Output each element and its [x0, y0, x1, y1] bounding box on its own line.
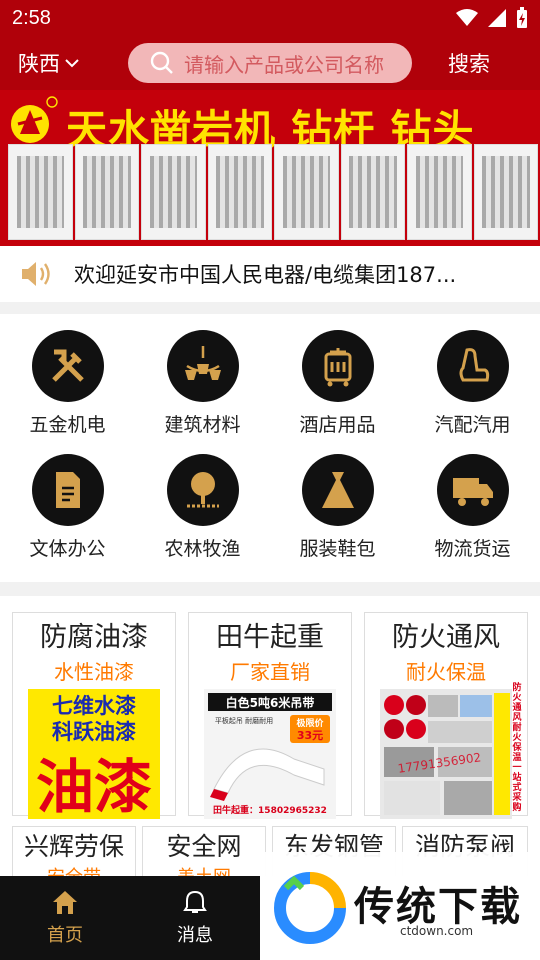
wifi-icon [456, 9, 478, 26]
ad-section: 防腐油漆 水性油漆 七维水漆 科跃油漆 油漆 田牛起重 厂家直销 白色5吨6米吊… [0, 596, 540, 876]
category-grid: 五金机电 建筑材料 酒店用品 汽配汽用 文体办公 农林牧渔 服装鞋包 物流货运 [0, 314, 540, 582]
ad-image-text: 油漆 [36, 753, 152, 819]
ad-subtitle: 厂家直销 [230, 660, 310, 684]
home-icon [53, 891, 77, 914]
ad-image: 七维水漆 科跃油漆 油漆 [28, 689, 160, 821]
ad-image-text: 33元 [297, 729, 323, 742]
ad-image: 17791356902 [380, 689, 512, 819]
category-item[interactable]: 物流货运 [405, 454, 540, 578]
bottom-tab-bar: 首页 消息 [0, 876, 260, 960]
watermark: 传统下载 ctdown.com [260, 852, 540, 960]
search-input[interactable]: 请输入产品或公司名称 [128, 43, 412, 83]
ad-card[interactable]: 田牛起重 厂家直销 白色5吨6米吊带 平板起吊 耐磨耐用 极限价 33元 田牛起… [188, 612, 352, 819]
hotel-cart-icon [324, 348, 351, 387]
notice-bar[interactable]: 欢迎延安市中国人民电器/电缆集团187... [0, 246, 540, 302]
tools-icon [51, 349, 84, 382]
category-item[interactable]: 农林牧渔 [135, 454, 270, 578]
ad-card[interactable]: 防腐油漆 水性油漆 七维水漆 科跃油漆 油漆 [12, 612, 176, 821]
ad-image-text: 七维水漆 [52, 694, 136, 718]
ad-subtitle: 盖土网 [143, 863, 265, 876]
watermark-url: ctdown.com [400, 924, 474, 938]
top-header: 陕西 请输入产品或公司名称 搜索 [0, 36, 540, 90]
chandelier-icon [184, 346, 221, 380]
ad-subtitle: 安全带 [13, 863, 135, 876]
tab-label: 消息 [177, 925, 213, 946]
tree-icon [186, 472, 219, 508]
product-photo [74, 144, 139, 240]
category-label: 物流货运 [434, 538, 511, 560]
ad-title: 防火通风 [392, 622, 500, 653]
ad-image-text: 白色5吨6米吊带 [226, 695, 315, 710]
ad-image-text: 科跃油漆 [52, 720, 136, 744]
region-selector[interactable]: 陕西 [18, 48, 80, 78]
category-label: 汽配汽用 [434, 414, 511, 436]
product-photo [473, 144, 538, 240]
tab-label: 首页 [47, 925, 83, 946]
category-label: 文体办公 [29, 538, 106, 560]
ad-card[interactable]: 安全网 盖土网 [142, 826, 266, 876]
ad-image: 白色5吨6米吊带 平板起吊 耐磨耐用 极限价 33元 田牛起重：15802965… [204, 689, 336, 819]
category-item[interactable]: 酒店用品 [270, 330, 405, 454]
product-photo-strip [8, 144, 538, 240]
watermark-logo-icon [274, 872, 346, 944]
search-placeholder: 请输入产品或公司名称 [184, 52, 384, 77]
brand-logo-icon [11, 96, 58, 143]
status-bar: 2:58 [0, 0, 540, 36]
category-label: 服装鞋包 [299, 538, 376, 560]
ad-title: 安全网 [166, 832, 242, 861]
truck-icon [452, 478, 493, 506]
ad-subtitle: 水性油漆 [54, 660, 134, 684]
signal-icon [488, 9, 506, 27]
ad-card[interactable]: 兴辉劳保 安全带 [12, 826, 136, 876]
search-button[interactable]: 搜索 [448, 48, 490, 78]
product-photo [274, 144, 339, 240]
category-item[interactable]: 汽配汽用 [405, 330, 540, 454]
car-seat-icon [459, 348, 489, 382]
product-photo [407, 144, 472, 240]
ad-image-vertical-text: 防火通风耐火保温一站式采购 [512, 683, 522, 813]
dress-icon [321, 472, 354, 508]
battery-icon [517, 7, 527, 28]
category-item[interactable]: 服装鞋包 [270, 454, 405, 578]
ad-image-text: 平板起吊 耐磨耐用 [215, 716, 273, 725]
document-icon [55, 472, 80, 508]
ad-image-text: 田牛起重：15802965232 [213, 804, 327, 816]
product-photo [141, 144, 206, 240]
notice-text: 欢迎延安市中国人民电器/电缆集团187... [74, 263, 457, 287]
tab-home[interactable]: 首页 [0, 876, 130, 960]
speaker-icon [22, 262, 50, 286]
product-photo [207, 144, 272, 240]
tab-messages[interactable]: 消息 [130, 876, 260, 960]
chevron-down-icon [65, 59, 79, 68]
ad-subtitle: 耐火保温 [406, 660, 486, 684]
ad-card[interactable]: 防火通风 耐火保温 17791356902 防火通风耐火保温一站式采购 [364, 612, 528, 819]
category-item[interactable]: 建筑材料 [135, 330, 270, 454]
category-label: 酒店用品 [299, 414, 376, 436]
category-item[interactable]: 五金机电 [0, 330, 135, 454]
product-photo [340, 144, 405, 240]
ad-title: 防腐油漆 [40, 622, 148, 653]
category-label: 农林牧渔 [164, 538, 241, 560]
category-label: 建筑材料 [164, 414, 241, 436]
ad-title: 兴辉劳保 [23, 832, 124, 861]
ad-title: 田牛起重 [216, 622, 324, 653]
region-label: 陕西 [18, 52, 60, 76]
ad-image-text: 极限价 [296, 717, 324, 729]
status-time: 2:58 [12, 6, 51, 29]
banner[interactable]: 天水凿岩机 钻杆 钻头 [0, 90, 540, 246]
category-item[interactable]: 文体办公 [0, 454, 135, 578]
bell-icon [183, 890, 207, 913]
product-photo [8, 144, 73, 240]
category-label: 五金机电 [29, 414, 106, 436]
search-icon [150, 51, 173, 74]
